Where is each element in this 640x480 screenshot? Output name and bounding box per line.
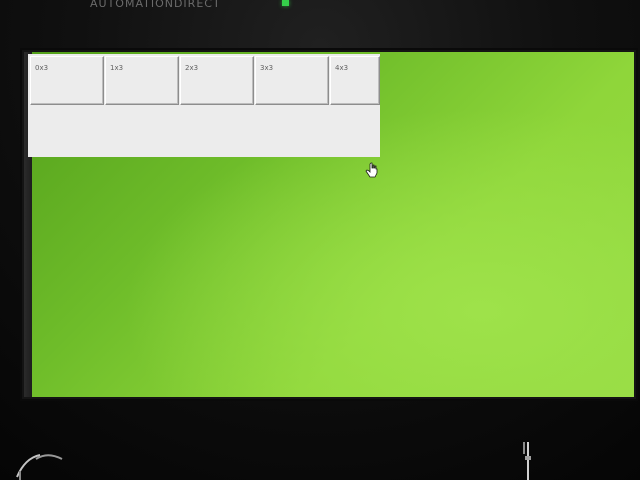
- hmi-screen[interactable]: 0x3 1x3 2x3 3x3 4x3: [24, 52, 634, 397]
- hmi-photo: AUTOMATIONDIRECT 0x3 1x3 2x3 3x3 4x3: [0, 0, 640, 480]
- cable-right-bottom: [523, 442, 531, 480]
- grid-cell-label: 2x3: [185, 64, 199, 72]
- grid-cell-label: 3x3: [260, 64, 274, 72]
- grid-cell-label: 0x3: [35, 64, 49, 72]
- cable-left-bottom: [16, 454, 63, 480]
- grid-cell-label: 4x3: [335, 64, 349, 72]
- grid-cell-1x3[interactable]: 1x3: [105, 56, 179, 105]
- grid-cell-0x3[interactable]: 0x3: [30, 56, 104, 105]
- grid-cell-4x3[interactable]: 4x3: [330, 56, 380, 105]
- grid-cell-label: 1x3: [110, 64, 124, 72]
- grid-cell-2x3[interactable]: 2x3: [180, 56, 254, 105]
- button-panel: 0x3 1x3 2x3 3x3 4x3: [28, 54, 380, 157]
- power-led-indicator: [282, 0, 289, 6]
- bezel-brand-label: AUTOMATIONDIRECT: [90, 0, 221, 10]
- grid-cell-3x3[interactable]: 3x3: [255, 56, 329, 105]
- touch-hand-cursor-icon: [365, 162, 378, 178]
